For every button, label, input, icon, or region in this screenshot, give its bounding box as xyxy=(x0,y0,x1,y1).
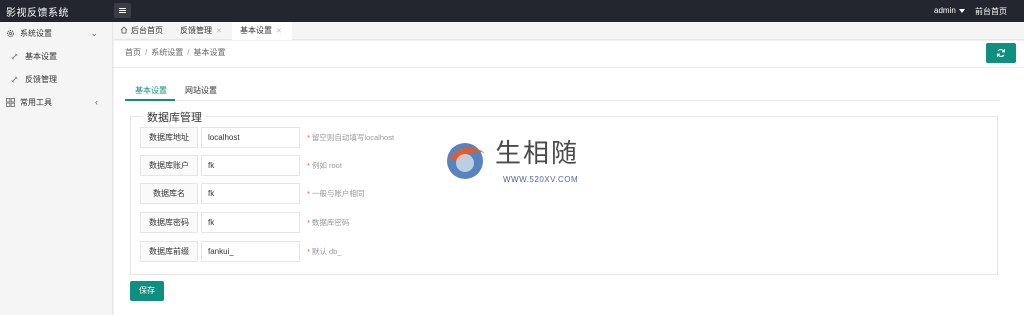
db-password-input[interactable]: fk xyxy=(201,212,300,233)
field-hint: * 默认 db_ xyxy=(307,247,342,256)
tab-basic-settings[interactable]: 基本设置 ✕ xyxy=(232,22,292,40)
tab-feedback[interactable]: 反馈管理 ✕ xyxy=(180,22,222,40)
db-name-input[interactable]: fk xyxy=(201,183,300,204)
settings-tabs: 基本设置 网站设置 xyxy=(125,81,1000,101)
watermark-logo-icon xyxy=(447,143,485,179)
sidebar-item-label: 反馈管理 xyxy=(25,75,57,84)
sidebar-group-system[interactable]: 系统设置 ⌄ xyxy=(0,22,112,45)
user-name: admin xyxy=(934,6,956,15)
field-hint: * 数据库密码 xyxy=(307,218,350,227)
app-title: 影视反馈系统 xyxy=(6,8,69,19)
field-label: 数据库密码 xyxy=(140,212,198,233)
chevron-down-icon: ⌄ xyxy=(90,28,98,38)
divider xyxy=(114,67,1024,68)
link-icon xyxy=(11,76,18,83)
sidebar-item-feedback[interactable]: 反馈管理 xyxy=(0,68,112,91)
breadcrumb-home[interactable]: 首页 xyxy=(125,48,141,57)
field-hint: * 例如 root xyxy=(307,161,342,170)
menu-toggle-button[interactable] xyxy=(114,3,131,18)
field-label: 数据库账户 xyxy=(140,155,198,176)
tab-dashboard[interactable]: 后台首页 xyxy=(120,22,163,40)
breadcrumb: 首页 / 系统设置 / 基本设置 xyxy=(125,48,226,57)
sidebar-group-tools[interactable]: 常用工具 ‹ xyxy=(0,91,112,114)
page-tabs: 后台首页 反馈管理 ✕ 基本设置 ✕ xyxy=(114,22,1024,40)
sidebar-item-basic-settings[interactable]: 基本设置 xyxy=(0,45,112,68)
db-user-input[interactable]: fk xyxy=(201,155,300,176)
link-icon xyxy=(11,53,18,60)
active-tab-indicator xyxy=(125,99,175,101)
top-bar: 影视反馈系统 admin 前台首页 xyxy=(0,0,1024,22)
home-icon xyxy=(120,26,128,34)
field-hint: * 一般与账户相同 xyxy=(307,189,365,198)
field-hint: * 留空则自动填写localhost xyxy=(307,133,395,142)
save-button[interactable]: 保存 xyxy=(130,281,164,301)
front-page-link[interactable]: 前台首页 xyxy=(975,6,1007,17)
gear-icon xyxy=(6,29,15,38)
grid-icon xyxy=(6,98,15,107)
user-menu[interactable]: admin xyxy=(934,6,965,15)
tab-website[interactable]: 网站设置 xyxy=(185,85,217,96)
chevron-left-icon: ‹ xyxy=(95,97,98,107)
db-prefix-input[interactable]: fankui_ xyxy=(201,241,300,262)
refresh-button[interactable] xyxy=(986,43,1016,63)
breadcrumb-system[interactable]: 系统设置 xyxy=(151,48,183,57)
field-label: 数据库地址 xyxy=(140,127,198,148)
sidebar: 系统设置 ⌄ 基本设置 反馈管理 常用工具 ‹ xyxy=(0,22,113,315)
breadcrumb-current: 基本设置 xyxy=(193,48,226,57)
sidebar-group-label: 系统设置 xyxy=(20,29,52,38)
field-label: 数据库名 xyxy=(140,183,198,204)
db-host-input[interactable]: localhost xyxy=(201,127,300,148)
tab-label: 反馈管理 xyxy=(180,26,212,35)
close-icon[interactable]: ✕ xyxy=(276,28,282,35)
sidebar-group-label: 常用工具 xyxy=(20,98,52,107)
field-label: 数据库前缀 xyxy=(140,241,198,262)
refresh-icon xyxy=(996,49,1006,57)
watermark-url: WWW.520XV.COM xyxy=(503,175,579,184)
tab-basic[interactable]: 基本设置 xyxy=(135,85,167,96)
tab-label: 后台首页 xyxy=(131,26,163,35)
watermark: 生相随 WWW.520XV.COM xyxy=(435,131,595,191)
close-icon[interactable]: ✕ xyxy=(216,28,222,35)
watermark-text: 生相随 xyxy=(495,139,580,169)
sidebar-item-label: 基本设置 xyxy=(25,52,57,61)
fieldset-legend: 数据库管理 xyxy=(143,109,206,125)
hamburger-icon xyxy=(119,10,126,11)
tab-label: 基本设置 xyxy=(240,26,272,35)
caret-down-icon xyxy=(958,8,965,13)
